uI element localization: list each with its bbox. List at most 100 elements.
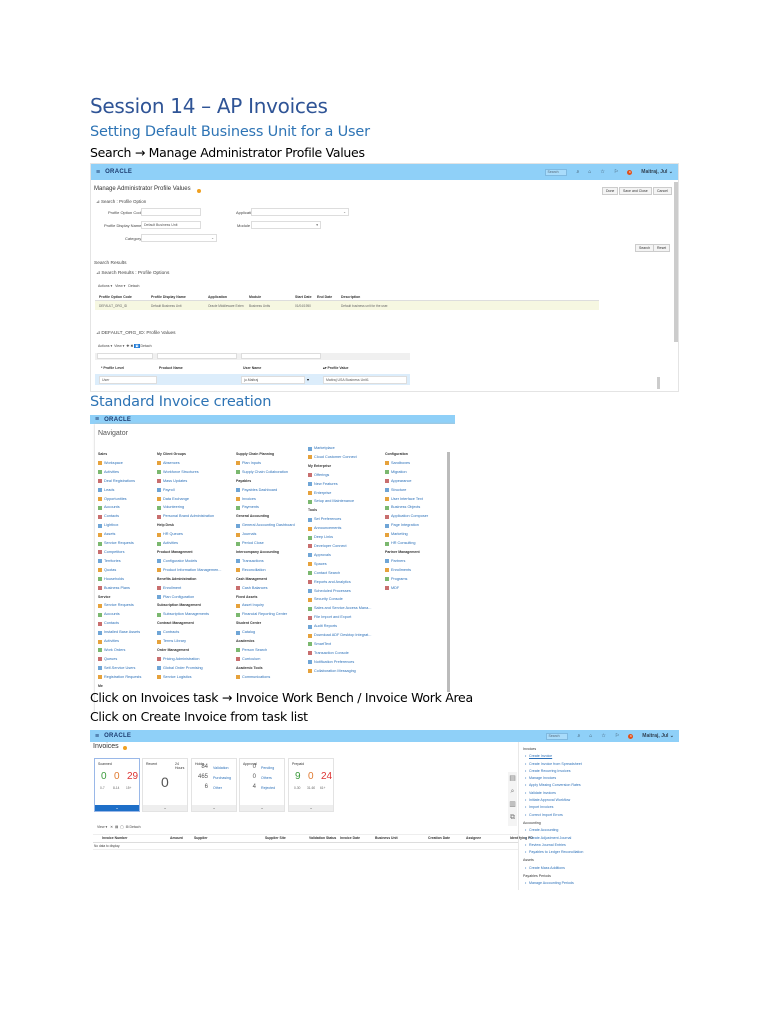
summary-tile-prepaid[interactable]: Prepaid 9 0-30 0 31-60 24 61+ ⌄ xyxy=(288,758,334,812)
navigator-link[interactable]: Territories xyxy=(98,557,141,566)
tile-expand-button[interactable]: ⌄ xyxy=(240,805,284,811)
tile-link[interactable]: Other xyxy=(213,786,222,790)
detach-button[interactable]: Detach xyxy=(141,344,152,348)
navigator-link[interactable]: Notification Preferences xyxy=(308,658,371,667)
user-name-input[interactable]: ju.Maitraj xyxy=(241,376,305,384)
document-icon[interactable]: ⧉ xyxy=(508,811,517,824)
navigator-link[interactable]: Opportunities xyxy=(98,495,141,504)
profile-level-select[interactable]: User xyxy=(99,376,157,384)
col-header[interactable]: Start Date xyxy=(295,295,312,299)
scrollbar[interactable] xyxy=(674,182,678,342)
navigator-link[interactable]: Catalog xyxy=(236,628,295,637)
add-icon[interactable]: ✚ xyxy=(126,344,129,348)
navigator-link[interactable]: Structure xyxy=(385,486,428,495)
task-link[interactable]: Import Invoices xyxy=(525,804,583,812)
edit-icon[interactable]: ▣ xyxy=(134,344,140,348)
navigator-link[interactable]: HR Queues xyxy=(157,530,221,539)
task-link[interactable]: Create Adjustment Journal xyxy=(525,835,583,843)
navigator-link[interactable]: Cash Balances xyxy=(236,584,295,593)
home-icon[interactable]: ⌂ xyxy=(589,733,592,739)
navigator-link[interactable]: Households xyxy=(98,575,141,584)
delete-icon[interactable]: ✖ xyxy=(130,344,133,348)
navigator-link[interactable]: Product Information Managemen... xyxy=(157,566,221,575)
navigator-link[interactable]: Appearance xyxy=(385,477,428,486)
summary-tile-scanned[interactable]: Scanned 0 0-7 0 8-14 29 15+ ⌄ xyxy=(94,758,140,812)
filter-product-name[interactable] xyxy=(157,353,237,359)
navigator-link[interactable]: Service Logistics xyxy=(157,673,221,682)
favorites-star-icon[interactable]: ☆ xyxy=(600,169,604,175)
search-icon[interactable]: ⌕ xyxy=(576,169,579,175)
navigator-link[interactable]: Financial Reporting Center xyxy=(236,610,295,619)
col-header[interactable]: End Date xyxy=(317,295,332,299)
navigator-link[interactable]: Registration Requests xyxy=(98,673,141,682)
col-header[interactable]: Supplier Site xyxy=(265,836,286,840)
view-menu[interactable]: View ▾ xyxy=(114,344,124,348)
navigator-link[interactable]: Deal Registrations xyxy=(98,477,141,486)
home-icon[interactable]: ⌂ xyxy=(588,169,591,175)
table-row[interactable]: User ju.Maitraj ▾ Maitraj USA Business U… xyxy=(95,374,410,385)
navigator-link[interactable]: Data Exchange xyxy=(157,495,221,504)
navigator-link[interactable]: Application Composer xyxy=(385,512,428,521)
task-link[interactable]: Manage Accounting Periods xyxy=(525,880,583,888)
navigator-link[interactable]: Marketplace xyxy=(308,444,371,453)
tile-expand-button[interactable]: ⌄ xyxy=(192,805,236,811)
navigator-link[interactable]: Personal Brand Administration xyxy=(157,512,221,521)
navigator-link[interactable]: Pricing Administration xyxy=(157,655,221,664)
results-section-header[interactable]: ⊿ Search Results : Profile Options xyxy=(96,271,169,276)
scrollbar[interactable] xyxy=(447,452,450,692)
search-section-header[interactable]: ⊿ Search : Profile Option xyxy=(96,199,146,205)
tile-count[interactable]: 0 xyxy=(161,774,169,790)
navigator-link[interactable]: Plan Configuration xyxy=(157,593,221,602)
scrollbar[interactable] xyxy=(657,377,660,389)
navigator-link[interactable]: Announcements xyxy=(308,524,371,533)
col-header[interactable]: Creation Date xyxy=(428,836,450,840)
navigator-link[interactable]: Payments xyxy=(236,503,295,512)
navigator-link[interactable]: Absences xyxy=(157,459,221,468)
task-link[interactable]: Create Invoice from Spreadsheet xyxy=(525,761,583,769)
navigator-link[interactable]: Subscription Managements xyxy=(157,610,221,619)
col-header[interactable]: Profile Option Code xyxy=(99,295,132,299)
profile-values-section-header[interactable]: ⊿ DEFAULT_ORG_ID: Profile Values xyxy=(96,331,176,336)
profile-display-name-input[interactable]: Default Business Unit xyxy=(141,221,201,229)
navigator-link[interactable]: Migration xyxy=(385,468,428,477)
navigator-link[interactable]: Service Requests xyxy=(98,601,141,610)
tile-count[interactable]: 29 xyxy=(127,771,138,782)
task-link[interactable]: Payables to Ledger Reconciliation xyxy=(525,849,583,857)
cancel-button[interactable]: Cancel xyxy=(653,187,672,195)
navigator-link[interactable]: Contacts xyxy=(98,512,141,521)
flag-icon[interactable]: ⚐ xyxy=(615,733,619,739)
notifications-badge[interactable]: 9 xyxy=(627,169,633,175)
navigator-link[interactable]: Volunteering xyxy=(157,503,221,512)
navigator-link[interactable]: Transaction Console xyxy=(308,649,371,658)
navigator-link[interactable]: Curriculum xyxy=(236,655,295,664)
col-header[interactable]: Invoice Number xyxy=(102,836,127,840)
col-header[interactable]: Validation Status xyxy=(309,836,336,840)
navigator-link[interactable]: Service Requests xyxy=(98,539,141,548)
navigator-link[interactable]: Reconciliation xyxy=(236,566,295,575)
summary-tile-recent[interactable]: Recent 24 Hours 0 ⌄ xyxy=(142,758,188,812)
navigator-link[interactable]: Work Orders xyxy=(98,646,141,655)
col-header[interactable]: Invoice Date xyxy=(340,836,360,840)
navigator-link[interactable]: Workforce Structures xyxy=(157,468,221,477)
profile-value-select[interactable]: Maitraj USA Business Unit1 xyxy=(323,376,407,384)
navigator-link[interactable]: Offerings xyxy=(308,471,371,480)
tile-link[interactable]: Others xyxy=(261,776,272,780)
category-select[interactable]: ⌄ xyxy=(141,234,217,242)
tile-link[interactable]: 24 Hours xyxy=(175,762,187,770)
tile-expand-button[interactable]: ⌄ xyxy=(143,805,187,811)
navigator-link[interactable]: Contracts xyxy=(157,628,221,637)
navigator-link[interactable]: User Interface Text xyxy=(385,495,428,504)
task-link[interactable]: Create Mass Additions xyxy=(525,865,583,873)
flag-icon[interactable]: ⚐ xyxy=(614,169,618,175)
navigator-link[interactable]: Programs xyxy=(385,575,428,584)
search-button[interactable]: Search xyxy=(635,244,655,252)
navigator-link[interactable]: Download ADF Desktop Integrat... xyxy=(308,631,371,640)
navigator-link[interactable]: New Features xyxy=(308,480,371,489)
navigator-link[interactable]: Enterprise xyxy=(308,489,371,498)
col-header[interactable]: Module xyxy=(249,295,261,299)
hamburger-icon[interactable]: ≡ xyxy=(95,733,99,740)
done-button[interactable]: Done xyxy=(602,187,619,195)
navigator-link[interactable]: Developer Connect xyxy=(308,542,371,551)
task-link[interactable]: Correct Import Errors xyxy=(525,812,583,820)
col-header[interactable]: Profile Display Name xyxy=(151,295,186,299)
